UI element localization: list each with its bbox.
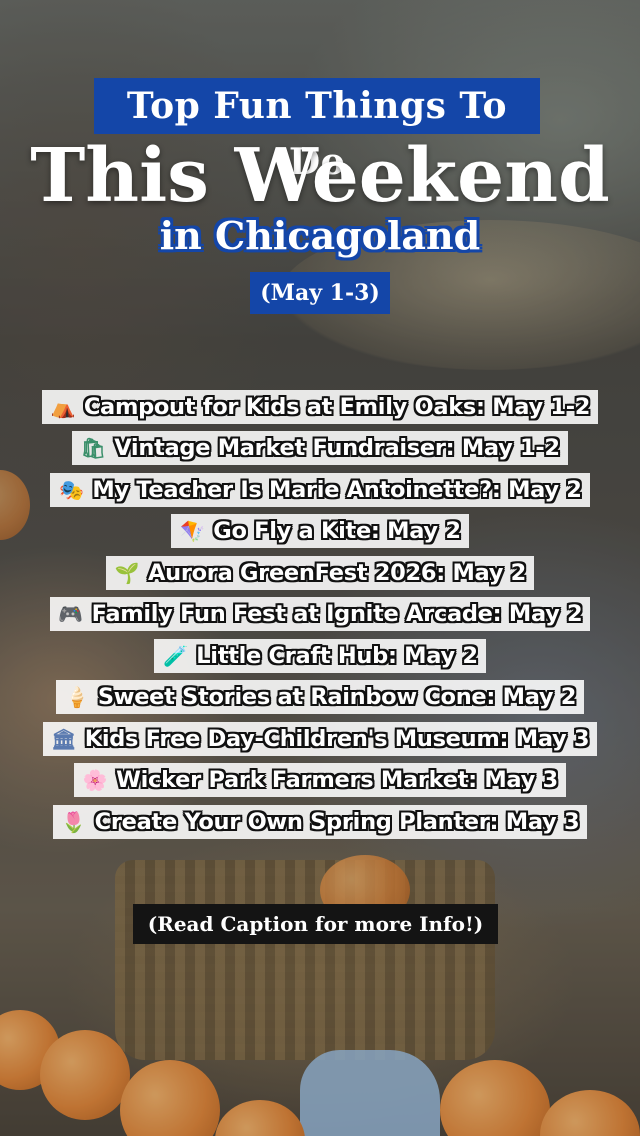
- tulip-icon: 🌷: [61, 809, 86, 834]
- game-controller-icon: 🎮: [58, 602, 83, 627]
- caption-note: (Read Caption for more Info!): [133, 904, 498, 944]
- event-text: Campout for Kids at Emily Oaks: May 1-2: [83, 393, 591, 420]
- event-item: 🧪 Little Craft Hub: May 2: [154, 638, 486, 673]
- event-item: 🛍 Vintage Market Fundraiser: May 1-2: [72, 431, 568, 466]
- event-row: 🌸 Wicker Park Farmers Market: May 3: [0, 760, 640, 802]
- kite-icon: 🪁: [179, 519, 205, 544]
- event-row: 🎮 Family Fun Fest at Ignite Arcade: May 2: [0, 594, 640, 636]
- event-text: Create Your Own Spring Planter: May 3: [94, 808, 580, 835]
- event-text: Go Fly a Kite: May 2: [213, 518, 461, 545]
- event-item: 🍦 Sweet Stories at Rainbow Cone: May 2: [55, 680, 585, 715]
- seedling-icon: 🌱: [114, 560, 140, 585]
- event-row: 🛍 Vintage Market Fundraiser: May 1-2: [0, 428, 640, 470]
- museum-icon: 🏛: [51, 726, 77, 751]
- headline-top-line: Top Fun Things To Do: [94, 78, 540, 183]
- page-subtitle: in Chicagoland: [159, 213, 481, 258]
- event-item: 🪁 Go Fly a Kite: May 2: [171, 514, 469, 549]
- theater-masks-icon: 🎭: [59, 477, 84, 502]
- event-text: Sweet Stories at Rainbow Cone: May 2: [97, 684, 577, 711]
- ice-cream-icon: 🍦: [64, 685, 90, 710]
- event-item: 🎭 My Teacher Is Marie Antoinette?: May 2: [50, 472, 590, 507]
- test-tube-icon: 🧪: [162, 643, 188, 668]
- page-title: This Weekend: [30, 133, 610, 219]
- event-item: 🎮 Family Fun Fest at Ignite Arcade: May 2: [49, 597, 591, 632]
- event-item: ⛺ Campout for Kids at Emily Oaks: May 1-2: [41, 389, 599, 424]
- event-text: Family Fun Fest at Ignite Arcade: May 2: [91, 601, 583, 628]
- tent-icon: ⛺: [50, 394, 76, 419]
- shopping-bags-icon: 🛍: [80, 436, 106, 461]
- event-row: ⛺ Campout for Kids at Emily Oaks: May 1-2: [0, 386, 640, 428]
- event-item: 🌸 Wicker Park Farmers Market: May 3: [74, 763, 566, 798]
- event-row: 🌷 Create Your Own Spring Planter: May 3: [0, 801, 640, 843]
- event-row: 🎭 My Teacher Is Marie Antoinette?: May 2: [0, 469, 640, 511]
- event-text: Little Craft Hub: May 2: [196, 642, 478, 669]
- event-row: 🧪 Little Craft Hub: May 2: [0, 635, 640, 677]
- event-row: 🍦 Sweet Stories at Rainbow Cone: May 2: [0, 677, 640, 719]
- event-text: Kids Free Day-Children's Museum: May 3: [84, 725, 590, 752]
- event-item: 🏛 Kids Free Day-Children's Museum: May 3: [42, 721, 598, 756]
- event-item: 🌱 Aurora GreenFest 2026: May 2: [106, 555, 534, 590]
- event-text: My Teacher Is Marie Antoinette?: May 2: [92, 476, 582, 503]
- event-list: ⛺ Campout for Kids at Emily Oaks: May 1-2…: [0, 386, 640, 843]
- event-item: 🌷 Create Your Own Spring Planter: May 3: [52, 804, 588, 839]
- event-text: Wicker Park Farmers Market: May 3: [116, 767, 558, 794]
- event-text: Aurora GreenFest 2026: May 2: [148, 559, 526, 586]
- event-row: 🪁 Go Fly a Kite: May 2: [0, 511, 640, 553]
- event-text: Vintage Market Fundraiser: May 1-2: [114, 435, 560, 462]
- date-range-badge: (May 1-3): [250, 272, 390, 314]
- cherry-blossom-icon: 🌸: [82, 768, 108, 793]
- event-row: 🌱 Aurora GreenFest 2026: May 2: [0, 552, 640, 594]
- event-row: 🏛 Kids Free Day-Children's Museum: May 3: [0, 718, 640, 760]
